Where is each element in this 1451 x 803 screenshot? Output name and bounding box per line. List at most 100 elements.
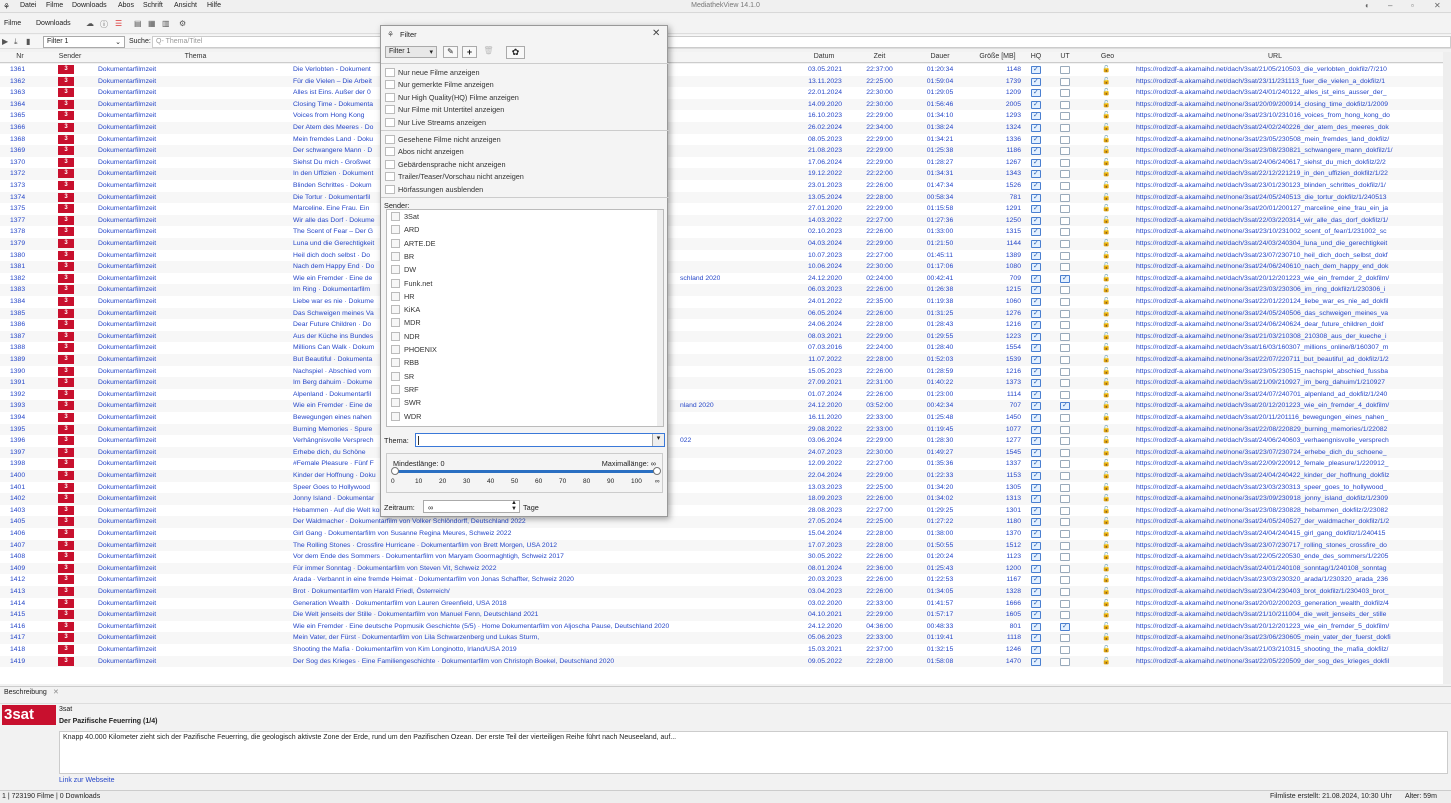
- ut-checkbox[interactable]: [1060, 425, 1070, 434]
- sender-checkbox[interactable]: [391, 305, 400, 315]
- row-titel[interactable]: Vor dem Ende des Sommers · Dokumentarfil…: [293, 551, 755, 563]
- hq-checkbox[interactable]: [1031, 564, 1041, 573]
- ut-checkbox[interactable]: [1060, 611, 1070, 620]
- ut-checkbox[interactable]: [1060, 518, 1070, 527]
- ut-checkbox[interactable]: [1060, 599, 1070, 608]
- row-titel[interactable]: Die Welt jenseits der Stille · Dokumenta…: [293, 609, 755, 621]
- ut-checkbox[interactable]: [1060, 193, 1070, 202]
- row-thema[interactable]: Dokumentarfilmzeit: [98, 238, 288, 250]
- sender-checkbox[interactable]: [391, 371, 400, 381]
- row-titel[interactable]: Der Sog des Krieges · Eine Familiengesch…: [293, 656, 755, 668]
- ut-checkbox[interactable]: [1060, 588, 1070, 596]
- table-row[interactable]: 1393 3 Dokumentarfilmzeit Wie ein Fremder ·…: [0, 400, 1451, 412]
- row-url[interactable]: https://rodlzdf-a.akamaihd.net/dach/3sat…: [1136, 563, 1416, 575]
- sender-item[interactable]: KiKA: [387, 303, 655, 316]
- sender-checkbox[interactable]: [391, 291, 400, 301]
- table-row[interactable]: 1379 3 Dokumentarfilmzeit Luna und die Gere…: [0, 238, 1451, 250]
- table-row[interactable]: 1382 3 Dokumentarfilmzeit Wie ein Fremder ·…: [0, 273, 1451, 285]
- row-url[interactable]: https://rodlzdf-a.akamaihd.net/none/3sat…: [1136, 598, 1416, 610]
- row-url[interactable]: https://rodlzdf-a.akamaihd.net/dach/3sat…: [1136, 551, 1416, 563]
- sender-item[interactable]: SR: [387, 370, 655, 383]
- hq-checkbox[interactable]: [1031, 298, 1041, 306]
- row-thema[interactable]: Dokumentarfilmzeit: [98, 400, 288, 412]
- ut-checkbox[interactable]: [1060, 251, 1070, 260]
- table-row[interactable]: 1391 3 Dokumentarfilmzeit Im Berg dahuim · …: [0, 377, 1451, 389]
- row-thema[interactable]: Dokumentarfilmzeit: [98, 644, 288, 656]
- ut-checkbox[interactable]: [1060, 170, 1070, 179]
- ut-checkbox[interactable]: [1060, 286, 1070, 295]
- row-thema[interactable]: Dokumentarfilmzeit: [98, 540, 288, 552]
- row-url[interactable]: https://rodlzdf-a.akamaihd.net/dach/3sat…: [1136, 122, 1416, 134]
- col-groesse[interactable]: Größe [MB]: [970, 53, 1025, 60]
- option-checkbox[interactable]: [385, 105, 395, 115]
- ut-checkbox[interactable]: [1060, 205, 1070, 214]
- option-checkbox[interactable]: [385, 159, 395, 169]
- row-thema[interactable]: Dokumentarfilmzeit: [98, 377, 288, 389]
- row-thema[interactable]: Dokumentarfilmzeit: [98, 110, 288, 122]
- sender-item[interactable]: RBB: [387, 356, 655, 369]
- option-checkbox[interactable]: [385, 92, 395, 102]
- hq-checkbox[interactable]: [1031, 448, 1041, 457]
- table-row[interactable]: 1363 3 Dokumentarfilmzeit Alles ist Eins. A…: [0, 87, 1451, 99]
- row-url[interactable]: https://rodlzdf-a.akamaihd.net/none/3sat…: [1136, 447, 1416, 459]
- table-row[interactable]: 1402 3 Dokumentarfilmzeit Jonny Island · Do…: [0, 493, 1451, 505]
- play-icon[interactable]: ▶: [2, 37, 8, 46]
- sender-checkbox[interactable]: [391, 411, 400, 421]
- hq-checkbox[interactable]: [1031, 495, 1041, 504]
- delete-filter-button[interactable]: 🗑: [481, 46, 496, 58]
- ut-checkbox[interactable]: [1060, 321, 1070, 330]
- website-link[interactable]: Link zur Webseite: [59, 777, 115, 784]
- sender-list[interactable]: 3Sat ARD ARTE.DE BR DW Funk.net HR KiKA MDR NDR PH…: [386, 209, 664, 427]
- table-row[interactable]: 1394 3 Dokumentarfilmzeit Bewegungen eines …: [0, 412, 1451, 424]
- ut-checkbox[interactable]: [1060, 158, 1070, 167]
- row-url[interactable]: https://rodlzdf-a.akamaihd.net/dach/3sat…: [1136, 482, 1416, 494]
- row-url[interactable]: https://rodlzdf-a.akamaihd.net/none/3sat…: [1136, 284, 1416, 296]
- hq-checkbox[interactable]: [1031, 100, 1041, 109]
- hq-checkbox[interactable]: [1031, 588, 1041, 596]
- min-slider-handle[interactable]: [391, 467, 399, 475]
- row-url[interactable]: https://rodlzdf-a.akamaihd.net/dach/3sat…: [1136, 644, 1416, 656]
- row-titel[interactable]: Generation Wealth · Dokumentarfilm von L…: [293, 598, 755, 610]
- sender-item[interactable]: ARTE.DE: [387, 237, 655, 250]
- row-url[interactable]: https://rodlzdf-a.akamaihd.net/none/3sat…: [1136, 203, 1416, 215]
- hq-checkbox[interactable]: [1031, 518, 1041, 527]
- ut-checkbox[interactable]: [1060, 216, 1070, 225]
- col-ut[interactable]: UT: [1055, 53, 1075, 60]
- ut-checkbox[interactable]: [1060, 77, 1070, 86]
- col-zeit[interactable]: Zeit: [852, 53, 907, 60]
- table-row[interactable]: 1377 3 Dokumentarfilmzeit Wir alle das Dorf…: [0, 214, 1451, 227]
- row-url[interactable]: https://rodlzdf-a.akamaihd.net/dach/3sat…: [1136, 342, 1416, 354]
- row-url[interactable]: https://rodlzdf-a.akamaihd.net/dach/3sat…: [1136, 470, 1416, 482]
- sender-item[interactable]: MDR: [387, 316, 655, 329]
- row-thema[interactable]: Dokumentarfilmzeit: [98, 632, 288, 644]
- hq-checkbox[interactable]: [1031, 286, 1041, 295]
- table-row[interactable]: 1406 3 Dokumentarfilmzeit Girl Gang · Dokum…: [0, 528, 1451, 540]
- col-datum[interactable]: Datum: [800, 53, 848, 60]
- row-titel[interactable]: Girl Gang · Dokumentarfilm von Susanne R…: [293, 528, 755, 540]
- close-tab-icon[interactable]: ✕: [53, 688, 59, 696]
- row-thema[interactable]: Dokumentarfilmzeit: [98, 180, 288, 192]
- ut-checkbox[interactable]: [1060, 263, 1070, 272]
- ut-checkbox[interactable]: [1060, 657, 1070, 666]
- hq-checkbox[interactable]: [1031, 576, 1041, 585]
- row-thema[interactable]: Dokumentarfilmzeit: [98, 354, 288, 366]
- row-thema[interactable]: Dokumentarfilmzeit: [98, 273, 288, 285]
- table-row[interactable]: 1378 3 Dokumentarfilmzeit The Scent of Fear…: [0, 226, 1451, 238]
- tab-filme[interactable]: Filme: [4, 20, 21, 27]
- table-icon[interactable]: ▤: [134, 19, 142, 28]
- row-url[interactable]: https://rodlzdf-a.akamaihd.net/none/3sat…: [1136, 226, 1416, 238]
- hq-checkbox[interactable]: [1031, 228, 1041, 237]
- table-row[interactable]: 1387 3 Dokumentarfilmzeit Aus der Küche ins…: [0, 330, 1451, 343]
- hq-checkbox[interactable]: [1031, 112, 1041, 121]
- table-row[interactable]: 1409 3 Dokumentarfilmzeit Für immer Sonntag…: [0, 562, 1451, 575]
- row-thema[interactable]: Dokumentarfilmzeit: [98, 598, 288, 610]
- ut-checkbox[interactable]: [1060, 564, 1070, 573]
- option-checkbox[interactable]: [385, 147, 395, 157]
- row-thema[interactable]: Dokumentarfilmzeit: [98, 656, 288, 668]
- sender-item[interactable]: PHOENIX: [387, 343, 655, 356]
- table-row[interactable]: 1386 3 Dokumentarfilmzeit Dear Future Child…: [0, 319, 1451, 331]
- row-thema[interactable]: Dokumentarfilmzeit: [98, 76, 288, 88]
- hq-checkbox[interactable]: [1031, 390, 1041, 399]
- col-thema[interactable]: Thema: [98, 53, 293, 60]
- row-thema[interactable]: Dokumentarfilmzeit: [98, 551, 288, 563]
